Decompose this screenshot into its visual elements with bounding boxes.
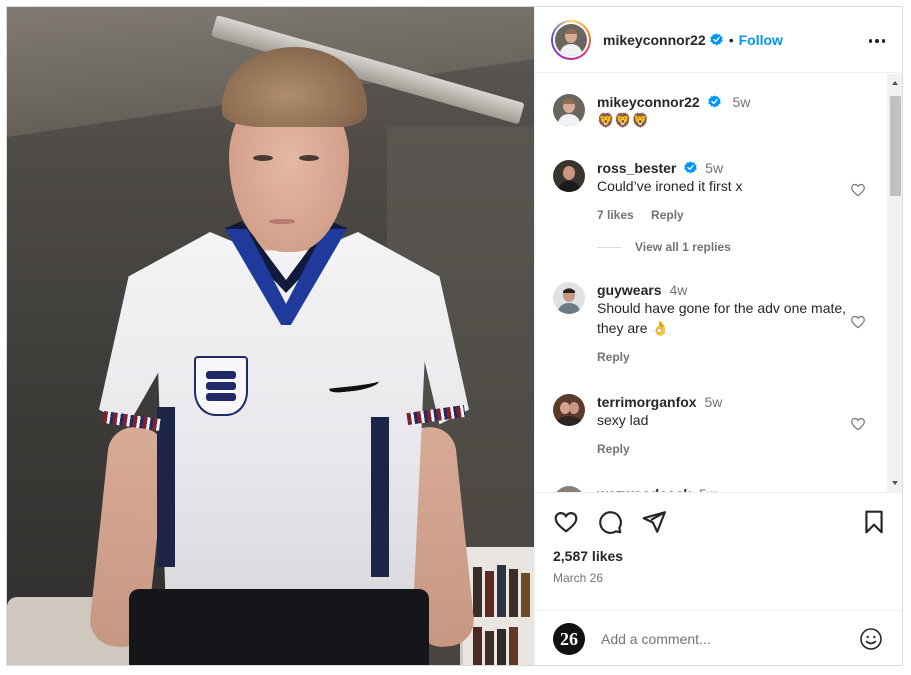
view-replies-button[interactable]: View all 1 replies [597, 240, 731, 254]
avatar[interactable] [553, 94, 585, 126]
comment-input[interactable] [601, 631, 841, 647]
post-caption: mikeyconnor22 5w 🦁🦁🦁 [553, 94, 857, 130]
heart-icon[interactable] [850, 182, 866, 198]
comments-scrollbar[interactable] [887, 74, 902, 492]
reply-button[interactable]: Reply [597, 442, 630, 456]
comments-list[interactable]: mikeyconnor22 5w 🦁🦁🦁 ross_bester 5w Coul… [535, 74, 902, 492]
avatar[interactable] [553, 282, 585, 314]
current-user-avatar: 26 [553, 623, 585, 655]
view-replies-label: View all 1 replies [635, 240, 731, 254]
heart-icon[interactable] [553, 509, 579, 535]
author-username[interactable]: mikeyconnor22 [603, 32, 706, 48]
comment-item: terrimorganfox 5w sexy lad Reply [553, 394, 857, 456]
comment-text: Could’ve ironed it first x [597, 178, 743, 194]
comment-username[interactable]: guywears [597, 282, 662, 298]
comment-text: Should have gone for the adv one mate, t… [597, 300, 847, 336]
comment-time[interactable]: 5w [704, 394, 722, 410]
like-count[interactable]: 2,587 likes [553, 548, 623, 564]
comment-time[interactable]: 5w [733, 94, 751, 110]
verified-badge-icon [710, 33, 723, 46]
comment-username[interactable]: ross_bester [597, 160, 676, 176]
reply-button[interactable]: Reply [597, 350, 630, 364]
follow-button[interactable]: Follow [739, 32, 783, 48]
more-options-icon[interactable] [865, 29, 889, 53]
reply-button[interactable]: Reply [651, 208, 684, 222]
heart-icon[interactable] [850, 416, 866, 432]
comment-time[interactable]: 5w [705, 160, 723, 176]
svg-text:26: 26 [560, 629, 578, 649]
actions-bar: 2,587 likes March 26 [535, 492, 902, 610]
avatar[interactable] [553, 394, 585, 426]
comment-username[interactable]: mikeyconnor22 [597, 94, 700, 110]
verified-badge-icon [707, 95, 721, 108]
separator-dot: • [728, 31, 734, 48]
post-date[interactable]: March 26 [553, 571, 603, 585]
post-modal: mikeyconnor22 • Follow mikeyconnor22 5w … [6, 6, 903, 666]
person [7, 7, 534, 665]
send-icon[interactable] [641, 509, 667, 535]
three-lions-crest-icon [194, 356, 248, 416]
comment-item: guywears 4w Should have gone for the adv… [553, 282, 857, 364]
comment-likes[interactable]: 7 likes [597, 208, 634, 222]
scroll-down-arrow-icon[interactable] [892, 481, 898, 485]
author-avatar-image [555, 23, 587, 56]
comment-text: sexy lad [597, 412, 649, 428]
scroll-thumb[interactable] [890, 96, 901, 196]
comment-username[interactable]: terrimorganfox [597, 394, 697, 410]
comment-time[interactable]: 4w [669, 282, 687, 298]
post-sidebar: mikeyconnor22 • Follow mikeyconnor22 5w … [534, 7, 902, 665]
scroll-up-arrow-icon[interactable] [892, 81, 898, 85]
post-photo[interactable] [7, 7, 534, 665]
comment-item: ross_bester 5w Could’ve ironed it first … [553, 160, 857, 222]
verified-badge-icon [684, 161, 697, 174]
comment-composer: 26 [535, 610, 902, 665]
heart-icon[interactable] [850, 314, 866, 330]
post-header: mikeyconnor22 • Follow [535, 7, 902, 73]
bookmark-icon[interactable] [861, 509, 887, 535]
smiley-icon[interactable] [859, 627, 883, 651]
avatar[interactable] [553, 160, 585, 192]
comment-icon[interactable] [597, 509, 623, 535]
author-avatar[interactable] [551, 19, 591, 60]
caption-text: 🦁🦁🦁 [597, 112, 650, 128]
